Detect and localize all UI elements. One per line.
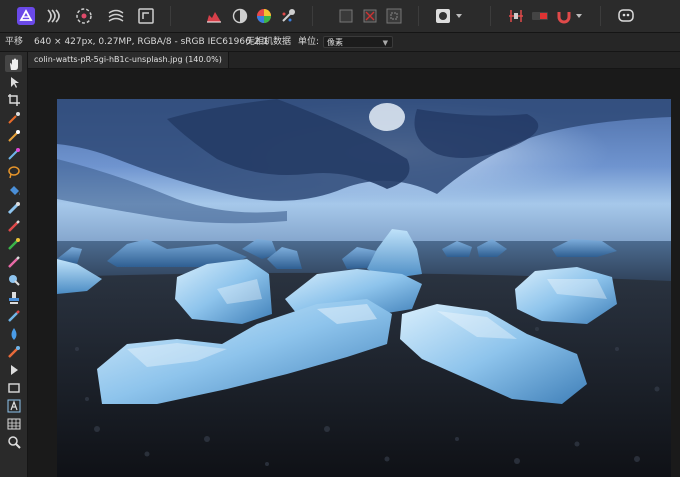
- dodge-tool[interactable]: [5, 271, 22, 288]
- paint-brush-tool[interactable]: [5, 217, 22, 234]
- lasso-tool[interactable]: [5, 163, 22, 180]
- document-tab[interactable]: colin-watts-pR-5gi-hB1c-unsplash.jpg (14…: [28, 52, 229, 68]
- zoom-tool[interactable]: [5, 433, 22, 450]
- export-persona-icon[interactable]: [134, 4, 158, 28]
- crop-icon: [7, 93, 20, 106]
- erase-brush-tool[interactable]: [5, 253, 22, 270]
- blur-brush-icon: [11, 327, 16, 340]
- healing-brush-icon: [7, 309, 20, 322]
- text-icon: [7, 399, 20, 412]
- move-tool[interactable]: [5, 73, 22, 90]
- hand-icon: [9, 58, 18, 70]
- text-tool[interactable]: [5, 397, 22, 414]
- assistant-icon[interactable]: [614, 4, 638, 28]
- context-toolbar: 平移 640 × 427px, 0.27MP, RGBA/8 - sRGB IE…: [0, 33, 680, 52]
- invert-selection-icon[interactable]: [382, 4, 406, 28]
- paint-brush-icon: [7, 219, 20, 232]
- marquee-select-icon[interactable]: [334, 4, 358, 28]
- flood-fill-tool[interactable]: [5, 181, 22, 198]
- node-icon: [10, 364, 18, 375]
- gradient-tool[interactable]: [5, 199, 22, 216]
- unit-value: 像素: [327, 38, 343, 47]
- move-icon: [10, 76, 19, 88]
- auto-color-icon[interactable]: [252, 4, 276, 28]
- clone-tool[interactable]: [5, 289, 22, 306]
- lasso-icon: [7, 165, 20, 178]
- document-tabbar: colin-watts-pR-5gi-hB1c-unsplash.jpg (14…: [28, 52, 680, 69]
- auto-white-balance-icon[interactable]: [276, 4, 300, 28]
- unit-label: 单位:: [298, 37, 320, 47]
- red-eye-icon: [7, 345, 20, 358]
- photo-canvas[interactable]: [57, 99, 671, 477]
- table-tool[interactable]: [5, 415, 22, 432]
- red-eye-tool[interactable]: [5, 343, 22, 360]
- main-toolbar: [0, 0, 680, 33]
- magic-wand-tool[interactable]: [5, 127, 22, 144]
- color-picker-icon: [7, 111, 20, 124]
- flood-fill-icon: [9, 185, 19, 195]
- table-icon: [7, 418, 20, 429]
- magnet-icon[interactable]: [554, 4, 586, 28]
- liquify-persona-icon[interactable]: [42, 4, 66, 28]
- mixer-brush-icon: [7, 237, 20, 250]
- zoom-icon: [7, 435, 21, 449]
- camera-info: 无相机数据: [246, 37, 292, 47]
- histogram-icon[interactable]: [202, 4, 226, 28]
- rectangle-icon: [7, 382, 20, 393]
- erase-brush-icon: [7, 255, 20, 268]
- tone-mapping-persona-icon[interactable]: [104, 4, 128, 28]
- gradient-icon: [7, 201, 20, 214]
- document-info: 640 × 427px, 0.27MP, RGBA/8 - sRGB IEC61…: [34, 37, 269, 47]
- healing-brush-tool[interactable]: [5, 307, 22, 324]
- tools-panel: [0, 52, 28, 477]
- selection-brush-tool[interactable]: [5, 145, 22, 162]
- selection-brush-icon: [7, 147, 20, 160]
- crop-tool[interactable]: [5, 91, 22, 108]
- node-tool[interactable]: [5, 361, 22, 378]
- snapping-icon[interactable]: [504, 4, 528, 28]
- magic-wand-icon: [7, 129, 20, 142]
- blur-brush-tool[interactable]: [5, 325, 22, 342]
- auto-contrast-icon[interactable]: [228, 4, 252, 28]
- quick-mask-icon[interactable]: [434, 4, 466, 28]
- tool-name-label: 平移: [5, 37, 24, 47]
- deselect-icon[interactable]: [358, 4, 382, 28]
- color-picker-tool[interactable]: [5, 109, 22, 126]
- unit-dropdown[interactable]: 像素 ▼: [323, 36, 393, 48]
- clone-icon: [8, 291, 19, 304]
- rectangle-tool[interactable]: [5, 379, 22, 396]
- develop-persona-icon[interactable]: [72, 4, 96, 28]
- mixer-brush-tool[interactable]: [5, 235, 22, 252]
- hand-tool[interactable]: [5, 55, 22, 72]
- chevron-down-icon: ▼: [382, 39, 388, 47]
- dodge-icon: [8, 274, 20, 286]
- photo-persona-icon[interactable]: [14, 4, 38, 28]
- toggle-ui-icon[interactable]: [528, 4, 552, 28]
